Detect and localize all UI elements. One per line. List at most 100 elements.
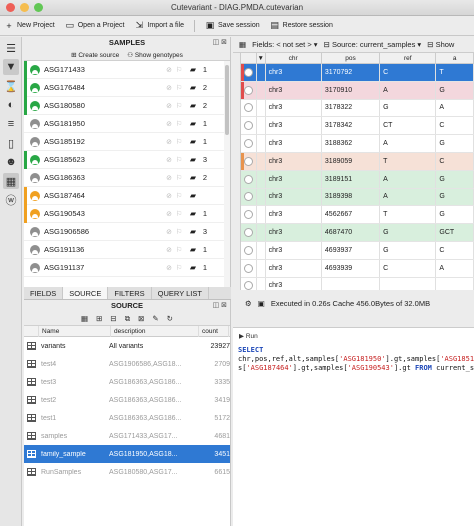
sample-status-icon[interactable]: ⊘ [164, 138, 174, 146]
sample-status-icon[interactable]: ⊘ [164, 192, 174, 200]
sample-row[interactable]: ASG190543 ⊘ ⚐ ▰ 1 [24, 205, 230, 223]
favorite-circle-icon[interactable] [243, 121, 253, 131]
source-header-description[interactable]: description [111, 325, 199, 337]
sample-flag-icon[interactable]: ⚐ [174, 156, 184, 164]
cell-chr[interactable]: chr3 [266, 117, 322, 135]
sample-status-icon[interactable]: ⊘ [164, 246, 174, 254]
sample-status-icon[interactable]: ⊘ [164, 264, 174, 272]
book-dock-icon[interactable]: ▯ [3, 135, 19, 151]
sample-row[interactable]: ASG191136 ⊘ ⚐ ▰ 1 [24, 241, 230, 259]
cell-alt[interactable]: GCT [436, 224, 474, 241]
comment-icon[interactable]: ▰ [188, 155, 198, 164]
wiki-dock-icon[interactable]: ⓦ [3, 192, 19, 208]
cell-ref[interactable]: G [380, 99, 437, 117]
comment-icon[interactable]: ▰ [188, 263, 198, 272]
cell-chr[interactable]: chr3 [266, 81, 322, 99]
sample-flag-icon[interactable]: ⚐ [174, 66, 184, 74]
table-row[interactable]: chr3 3170792 C T [241, 64, 474, 82]
table-row[interactable]: chr3 4562667 T G [241, 206, 474, 225]
source-filter-icon[interactable]: ⊟ [110, 314, 116, 323]
sample-flag-icon[interactable]: ⚐ [174, 138, 184, 146]
open-project-button[interactable]: ▭ Open a Project [65, 20, 124, 30]
tab-filters[interactable]: FILTERS [108, 287, 152, 299]
sample-flag-icon[interactable]: ⚐ [174, 120, 184, 128]
source-table-icon[interactable]: ▦ [81, 314, 88, 323]
tab-source[interactable]: SOURCE [63, 287, 109, 299]
comment-icon[interactable]: ▰ [188, 137, 198, 146]
cell-alt[interactable]: A [436, 99, 474, 117]
tab-query-list[interactable]: QUERY LIST [152, 287, 209, 299]
list-dock-icon[interactable]: ≡ [3, 116, 19, 132]
sample-status-icon[interactable]: ⊘ [164, 66, 174, 74]
restore-session-button[interactable]: ▤ Restore session [270, 20, 332, 30]
comment-icon[interactable]: ▰ [188, 83, 198, 92]
grid-icon[interactable]: ▦ [239, 40, 246, 49]
source-header-count[interactable]: count [199, 325, 229, 337]
sample-row[interactable]: ASG191137 ⊘ ⚐ ▰ 1 [24, 259, 230, 277]
cell-alt[interactable]: G [436, 81, 474, 99]
filter-dock-icon[interactable]: ▼ [3, 59, 19, 75]
create-source-button[interactable]: ⊞ Create source [71, 51, 119, 59]
source-intersect-icon[interactable]: ⊠ [138, 314, 144, 323]
cell-chr[interactable]: chr3 [266, 99, 322, 117]
source-header-name[interactable]: Name [39, 325, 111, 337]
table-row[interactable]: chr3 3170910 A G [241, 81, 474, 100]
favorite-circle-icon[interactable] [243, 281, 253, 290]
save-icon-status[interactable]: ▣ [258, 299, 265, 308]
cell-ref[interactable]: C [380, 64, 437, 81]
cell-pos[interactable]: 3170910 [322, 81, 381, 99]
cell-ref[interactable]: T [380, 206, 437, 224]
comment-icon[interactable]: ▰ [188, 209, 198, 218]
sample-row[interactable]: ASG1906586 ⊘ ⚐ ▰ 3 [24, 223, 230, 241]
comment-icon[interactable]: ▰ [188, 65, 198, 74]
source-row[interactable]: family_sample ASG181950,ASG18... 3451 [24, 445, 230, 463]
fields-selector[interactable]: Fields: < not set > ▾ [252, 40, 317, 49]
query-editor[interactable]: ▶ Run SELECT chr,pos,ref,alt,samples['AS… [233, 327, 474, 526]
favorite-circle-icon[interactable] [243, 67, 253, 77]
cell-alt[interactable]: C [436, 241, 474, 259]
cell-pos[interactable]: 3189059 [322, 152, 381, 170]
cell-ref[interactable]: A [380, 170, 437, 188]
source-edit-icon[interactable]: ✎ [152, 314, 158, 323]
sample-row[interactable]: ASG185623 ⊘ ⚐ ▰ 3 [24, 151, 230, 169]
source-add-icon[interactable]: ⊞ [96, 314, 102, 323]
favorite-circle-icon[interactable] [243, 263, 253, 273]
import-file-button[interactable]: ⇲ Import a file [134, 20, 184, 30]
cell-alt[interactable]: T [436, 64, 474, 81]
cell-chr[interactable]: chr3 [266, 224, 322, 241]
cell-alt[interactable]: A [436, 259, 474, 277]
sample-status-icon[interactable]: ⊘ [164, 228, 174, 236]
cell-ref[interactable]: T [380, 152, 437, 170]
save-session-button[interactable]: ▣ Save session [205, 20, 260, 30]
table-row[interactable]: chr3 4693937 G C [241, 241, 474, 260]
sample-status-icon[interactable]: ⊘ [164, 120, 174, 128]
source-row[interactable]: samples ASG171433,ASG17... 4681 [24, 427, 230, 445]
source-float-close-icon[interactable]: ◫ ⊠ [213, 300, 227, 312]
cell-chr[interactable]: chr3 [266, 277, 322, 290]
panel-float-close-icon[interactable]: ◫ ⊠ [213, 37, 227, 49]
table-row[interactable]: chr3 3178322 G A [241, 99, 474, 118]
samples-scrollbar[interactable] [224, 61, 230, 287]
comment-icon[interactable]: ▰ [188, 245, 198, 254]
source-row[interactable]: RunSamples ASG180580,ASG17... 6615 [24, 463, 230, 481]
settings-icon[interactable]: ⚙ [245, 299, 252, 308]
table-row[interactable]: chr3 3188362 A G [241, 135, 474, 153]
sample-flag-icon[interactable]: ⚐ [174, 102, 184, 110]
source-row[interactable]: test3 ASG186363,ASG186... 3335 [24, 373, 230, 391]
cell-alt[interactable]: G [436, 170, 474, 188]
comment-icon[interactable]: ▰ [188, 119, 198, 128]
cell-alt[interactable]: G [436, 206, 474, 224]
run-button[interactable]: ▶ Run [233, 328, 474, 340]
cell-pos[interactable]: 4687470 [322, 224, 381, 241]
people-dock-icon[interactable]: ☻ [3, 154, 19, 170]
cell-alt[interactable]: C [436, 117, 474, 135]
sample-flag-icon[interactable]: ⚐ [174, 246, 184, 254]
sample-status-icon[interactable]: ⊘ [164, 156, 174, 164]
source-merge-icon[interactable]: ⧉ [125, 314, 130, 324]
cell-pos[interactable]: 4693939 [322, 259, 381, 277]
source-selector[interactable]: ⊟ Source: current_samples ▾ [324, 40, 422, 49]
cell-pos[interactable]: 3170792 [322, 64, 381, 81]
sample-status-icon[interactable]: ⊘ [164, 102, 174, 110]
favorite-circle-icon[interactable] [243, 85, 253, 95]
cell-ref[interactable]: G [380, 241, 437, 259]
